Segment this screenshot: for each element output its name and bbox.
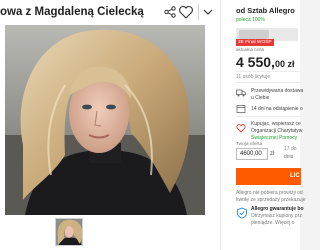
offer-input[interactable]: 4600,00 — [236, 148, 268, 160]
thumbnail[interactable] — [55, 218, 83, 246]
offer-currency: zł — [270, 151, 275, 157]
heart-icon[interactable] — [178, 4, 194, 20]
page-title: owa z Magdaleną Cielecką — [0, 6, 144, 18]
charity-line: Organizacji Charytatyw — [251, 128, 303, 134]
price-caption: aktualna cena — [236, 47, 265, 52]
price-currency: 00 zł — [274, 59, 295, 69]
charity-link[interactable]: Świątecznej Pomocy — [251, 135, 297, 141]
main-panel: owa z Magdaleną Cielecką — [0, 0, 220, 250]
guarantee-title: Allegro gwarantuje bo — [251, 206, 304, 212]
guarantee-line: pieniądze. Więcej o — [251, 220, 295, 226]
share-icon[interactable] — [164, 6, 176, 18]
divider — [236, 71, 301, 72]
shield-icon — [237, 207, 247, 219]
footer-note: kwotę ze sprzedaży przekazuje — [236, 197, 306, 203]
return-policy: 14 dni na odstąpienie o — [251, 106, 303, 112]
offer-aside-line: dnia — [284, 154, 294, 160]
return-icon — [236, 105, 246, 113]
charity-icon — [236, 124, 246, 133]
thumbnail-image — [56, 219, 82, 245]
product-photo[interactable] — [5, 25, 205, 215]
bidders-count: 11 osób licytuje — [236, 74, 271, 80]
purchase-panel: od Sztab Allegro poleca 100% 3E Final WO… — [220, 0, 305, 250]
truck-icon — [236, 89, 246, 97]
guarantee-line: Otrzymasz kupiony prz — [251, 213, 302, 219]
offer-aside-line: 17 do — [284, 146, 297, 152]
current-price: 4 550,00 zł — [236, 54, 294, 70]
price-amount: 4 550, — [236, 54, 275, 70]
header-divider — [198, 4, 199, 20]
chevron-down-icon[interactable] — [202, 6, 214, 18]
status-badge: 3E Final WOŚP — [236, 39, 274, 46]
portrait-image — [5, 25, 205, 215]
divider — [236, 116, 301, 117]
tab-toggle-active — [239, 30, 269, 39]
seller-name[interactable]: od Sztab Allegro — [236, 6, 295, 15]
offer-label: Twoja oferta — [236, 142, 263, 147]
footer-note: Allegro nie pobiera prowizji od — [236, 190, 303, 196]
divider — [236, 82, 301, 83]
seller-rating: poleca 100% — [236, 17, 265, 23]
bid-button[interactable]: LIC — [236, 168, 301, 185]
charity-line: Kupując, wspierasz ce — [251, 121, 301, 127]
delivery-line: Przewidywana dostawa — [251, 88, 304, 94]
offer-aside: 17 do dnia — [284, 145, 297, 161]
delivery-line-2: u Ciebie — [251, 95, 270, 101]
